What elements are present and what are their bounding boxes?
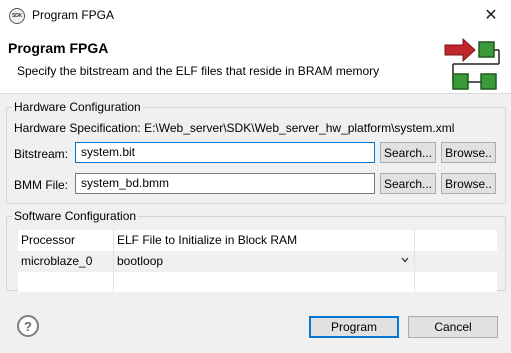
sdk-app-icon: SDK bbox=[9, 8, 25, 24]
help-icon[interactable]: ? bbox=[17, 315, 39, 337]
dialog-header: Program FPGA Specify the bitstream and t… bbox=[0, 31, 511, 94]
column-divider bbox=[113, 230, 114, 292]
bmm-browse-button[interactable]: Browse.. bbox=[441, 173, 496, 194]
bmm-file-label: BMM File: bbox=[14, 178, 68, 192]
window-title: Program FPGA bbox=[32, 8, 115, 22]
dialog-title: Program FPGA bbox=[8, 40, 109, 56]
table-row[interactable]: microblaze_0 bootloop bbox=[18, 251, 497, 272]
bmm-file-field[interactable]: system_bd.bmm bbox=[75, 173, 375, 194]
close-button[interactable]: ✕ bbox=[479, 4, 503, 26]
elf-file-cell[interactable]: bootloop bbox=[114, 251, 414, 272]
bitstream-label: Bitstream: bbox=[14, 147, 69, 161]
dialog-description: Specify the bitstream and the ELF files … bbox=[17, 64, 380, 78]
software-configuration-legend: Software Configuration bbox=[14, 209, 137, 223]
program-fpga-wizard-icon bbox=[444, 37, 500, 90]
bitstream-search-button[interactable]: Search... bbox=[380, 142, 436, 163]
hardware-spec-path: E:\Web_server\SDK\Web_server_hw_platform… bbox=[144, 121, 455, 135]
bitstream-browse-button[interactable]: Browse.. bbox=[441, 142, 496, 163]
column-header-elf-file[interactable]: ELF File to Initialize in Block RAM bbox=[114, 230, 414, 251]
table-header-row: Processor ELF File to Initialize in Bloc… bbox=[18, 230, 497, 251]
cancel-button[interactable]: Cancel bbox=[408, 316, 498, 338]
hardware-spec-label: Hardware Specification: bbox=[14, 121, 141, 135]
program-button[interactable]: Program bbox=[309, 316, 399, 338]
chevron-down-icon[interactable] bbox=[399, 254, 411, 266]
hardware-specification: Hardware Specification: E:\Web_server\SD… bbox=[14, 121, 454, 135]
elf-assignment-table: Processor ELF File to Initialize in Bloc… bbox=[18, 230, 497, 292]
processor-cell: microblaze_0 bbox=[21, 254, 93, 268]
title-bar: SDK Program FPGA ✕ bbox=[0, 0, 511, 31]
bitstream-field[interactable]: system.bit bbox=[75, 142, 375, 163]
column-divider bbox=[414, 230, 415, 292]
app-icon-text: SDK bbox=[12, 13, 22, 19]
close-icon: ✕ bbox=[484, 7, 498, 24]
column-header-processor[interactable]: Processor bbox=[18, 230, 114, 251]
hardware-configuration-legend: Hardware Configuration bbox=[14, 100, 141, 114]
bmm-search-button[interactable]: Search... bbox=[380, 173, 436, 194]
